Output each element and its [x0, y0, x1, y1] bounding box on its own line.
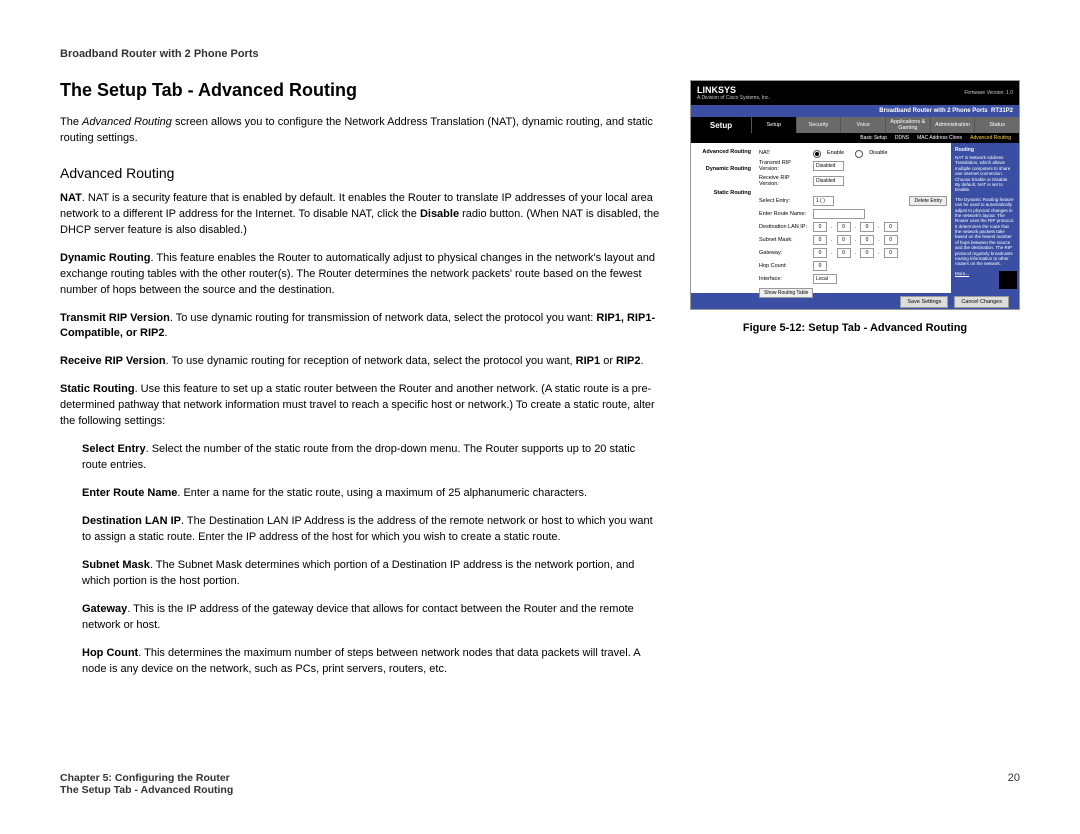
tab-applications[interactable]: Applications & Gaming — [885, 117, 930, 133]
save-settings-button[interactable]: Save Settings — [900, 296, 948, 308]
nat-disable-radio[interactable] — [855, 150, 863, 158]
gw-octet-3[interactable]: 0 — [860, 248, 874, 258]
figure-caption: Figure 5-12: Setup Tab - Advanced Routin… — [690, 322, 1020, 334]
ip-octet-3[interactable]: 0 — [860, 222, 874, 232]
tab-security[interactable]: Security — [796, 117, 841, 133]
ip-octet-1[interactable]: 0 — [813, 222, 827, 232]
side-advanced-routing: Advanced Routing — [691, 149, 751, 156]
subtab-advanced-routing[interactable]: Advanced Routing — [970, 135, 1011, 141]
tab-administration[interactable]: Administration — [930, 117, 975, 133]
model-number: RT31P2 — [991, 108, 1013, 114]
nat-label: NAT: — [759, 150, 809, 156]
gateway-paragraph: Gateway. This is the IP address of the g… — [82, 602, 660, 634]
text-column: The Setup Tab - Advanced Routing The Adv… — [60, 80, 660, 689]
router-admin-figure: LINKSYS A Division of Cisco Systems, Inc… — [690, 80, 1020, 310]
transmit-label: Transmit RIP Version: — [759, 160, 809, 172]
dynamic-routing-paragraph: Dynamic Routing. This feature enables th… — [60, 251, 660, 299]
logo-subtitle: A Division of Cisco Systems, Inc. — [697, 95, 770, 101]
receive-rip-paragraph: Receive RIP Version. To use dynamic rout… — [60, 354, 660, 370]
transmit-select[interactable]: Disabled — [813, 161, 844, 171]
intro-paragraph: The Advanced Routing The Advanced Routin… — [60, 115, 660, 147]
dest-ip-label: Destination LAN IP: — [759, 224, 809, 230]
page-number: 20 — [1008, 772, 1020, 796]
interface-label: Interface: — [759, 276, 809, 282]
setup-heading: Setup — [691, 117, 751, 133]
route-name-label: Enter Route Name: — [759, 211, 809, 217]
sm-octet-4[interactable]: 0 — [884, 235, 898, 245]
route-name-input[interactable] — [813, 209, 865, 219]
tab-status[interactable]: Status — [974, 117, 1019, 133]
entry-select[interactable]: 1 ( ) — [813, 196, 834, 206]
cisco-logo — [999, 271, 1017, 289]
doc-header: Broadband Router with 2 Phone Ports — [60, 48, 1020, 60]
subnet-label: Subnet Mask: — [759, 237, 809, 243]
nat-enable-radio[interactable] — [813, 150, 821, 158]
ip-octet-4[interactable]: 0 — [884, 222, 898, 232]
ip-octet-2[interactable]: 0 — [837, 222, 851, 232]
receive-select[interactable]: Disabled — [813, 176, 844, 186]
side-static-routing: Static Routing — [691, 190, 751, 197]
side-dynamic-routing: Dynamic Routing — [691, 166, 751, 173]
model-bar-text: Broadband Router with 2 Phone Ports — [879, 108, 987, 114]
receive-label: Receive RIP Version: — [759, 175, 809, 187]
disable-label: Disable — [869, 150, 887, 156]
tab-setup[interactable]: Setup — [751, 117, 796, 133]
subtab-ddns[interactable]: DDNS — [895, 135, 909, 141]
select-entry-label: Select Entry: — [759, 198, 809, 204]
cancel-changes-button[interactable]: Cancel Changes — [954, 296, 1009, 308]
gw-octet-2[interactable]: 0 — [837, 248, 851, 258]
show-routing-table-button[interactable]: Show Routing Table — [759, 288, 813, 298]
help-heading: Routing — [955, 147, 1015, 153]
linksys-logo: LINKSYS — [697, 85, 770, 95]
enable-label: Enable — [827, 150, 844, 156]
sm-octet-2[interactable]: 0 — [837, 235, 851, 245]
select-entry-paragraph: Select Entry. Select the number of the s… — [82, 442, 660, 474]
hop-input[interactable]: 0 — [813, 261, 827, 271]
section-heading: Advanced Routing — [60, 165, 660, 181]
tab-voice[interactable]: Voice — [840, 117, 885, 133]
hop-count-label: Hop Count: — [759, 263, 809, 269]
gw-octet-1[interactable]: 0 — [813, 248, 827, 258]
destination-ip-paragraph: Destination LAN IP. The Destination LAN … — [82, 514, 660, 546]
gateway-label: Gateway: — [759, 250, 809, 256]
firmware-version: Firmware Version: 1.0 — [964, 90, 1013, 96]
nat-paragraph: NAT. NAT is a security feature that is e… — [60, 191, 660, 239]
interface-select[interactable]: Local — [813, 274, 837, 284]
hop-count-paragraph: Hop Count. This determines the maximum n… — [82, 646, 660, 678]
gw-octet-4[interactable]: 0 — [884, 248, 898, 258]
delete-entry-button[interactable]: Delete Entry — [909, 196, 947, 206]
help-dyn-text: The Dynamic Routing feature can be used … — [955, 197, 1015, 267]
subtab-basic[interactable]: Basic Setup — [860, 135, 887, 141]
transmit-rip-paragraph: Transmit RIP Version. To use dynamic rou… — [60, 311, 660, 343]
subtab-mac[interactable]: MAC Address Clone — [917, 135, 962, 141]
sm-octet-3[interactable]: 0 — [860, 235, 874, 245]
page-title: The Setup Tab - Advanced Routing — [60, 80, 660, 101]
route-name-paragraph: Enter Route Name. Enter a name for the s… — [82, 486, 660, 502]
static-routing-paragraph: Static Routing. Use this feature to set … — [60, 382, 660, 430]
sm-octet-1[interactable]: 0 — [813, 235, 827, 245]
help-nat-text: NAT is Network Address Translation, whic… — [955, 155, 1015, 193]
footer-chapter: Chapter 5: Configuring the Router — [60, 772, 233, 784]
subnet-mask-paragraph: Subnet Mask. The Subnet Mask determines … — [82, 558, 660, 590]
footer-section: The Setup Tab - Advanced Routing — [60, 784, 233, 796]
